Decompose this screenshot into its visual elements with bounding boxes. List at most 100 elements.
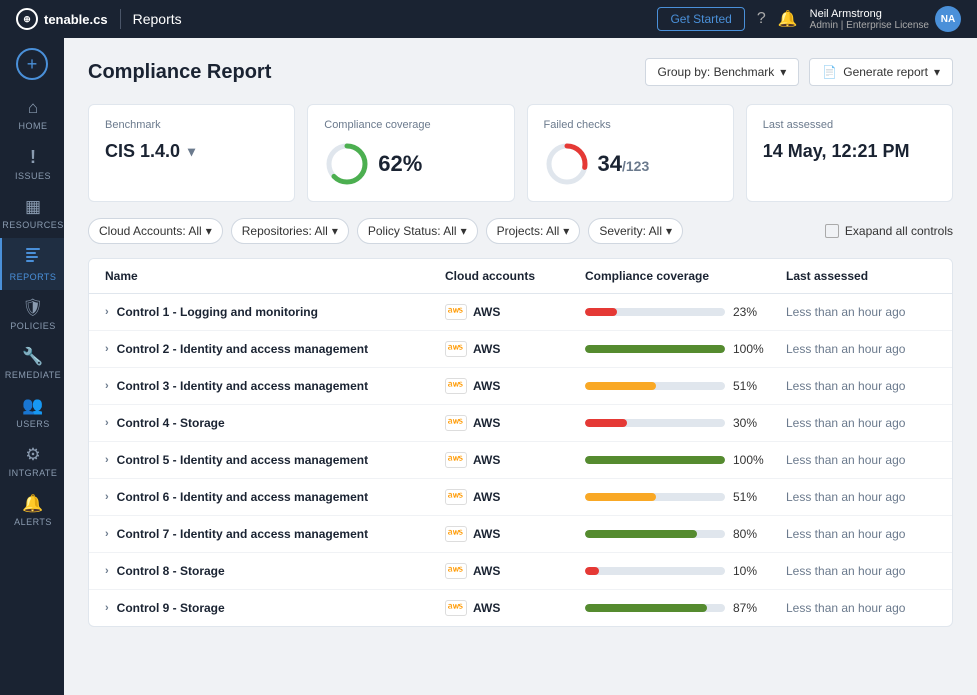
cloud-name-0: AWS <box>473 305 500 319</box>
cloud-name-7: AWS <box>473 564 500 578</box>
last-assessed-7: Less than an hour ago <box>786 564 936 578</box>
table-body: › Control 1 - Logging and monitoring AWS… <box>89 294 952 626</box>
sidebar-label-home: HOME <box>19 121 48 131</box>
logo-icon: ⊕ <box>16 8 38 30</box>
chevron-down-icon-repo: ▾ <box>332 224 338 238</box>
notifications-button[interactable]: 🔔 <box>778 9 798 29</box>
help-button[interactable]: ? <box>757 10 766 28</box>
compliance-donut <box>324 141 370 187</box>
col-cloud: Cloud accounts <box>445 269 585 283</box>
aws-icon-7 <box>445 563 467 579</box>
coverage-cell-3: 30% <box>585 416 786 430</box>
get-started-button[interactable]: Get Started <box>657 7 744 31</box>
col-name: Name <box>105 269 445 283</box>
coverage-pct-5: 51% <box>733 490 769 504</box>
col-last-assessed: Last assessed <box>786 269 936 283</box>
severity-filter[interactable]: Severity: All ▾ <box>588 218 683 244</box>
row-expand-icon-6[interactable]: › <box>105 528 109 540</box>
progress-bar-wrap-0 <box>585 308 725 316</box>
table-row[interactable]: › Control 6 - Identity and access manage… <box>89 479 952 516</box>
sidebar-item-resources[interactable]: ▦ RESOURCES <box>0 189 64 238</box>
aws-icon-8 <box>445 600 467 616</box>
projects-filter[interactable]: Projects: All ▾ <box>486 218 581 244</box>
sidebar-item-users[interactable]: 👥 USERS <box>0 388 64 437</box>
coverage-cell-0: 23% <box>585 305 786 319</box>
add-button[interactable]: + <box>16 48 48 80</box>
progress-bar-3 <box>585 419 627 427</box>
page-title: Compliance Report <box>88 61 271 84</box>
row-expand-icon-3[interactable]: › <box>105 417 109 429</box>
document-icon: 📄 <box>822 65 837 79</box>
table-row[interactable]: › Control 1 - Logging and monitoring AWS… <box>89 294 952 331</box>
cloud-accounts-filter[interactable]: Cloud Accounts: All ▾ <box>88 218 223 244</box>
table-row[interactable]: › Control 2 - Identity and access manage… <box>89 331 952 368</box>
progress-bar-wrap-2 <box>585 382 725 390</box>
table-row[interactable]: › Control 5 - Identity and access manage… <box>89 442 952 479</box>
issues-icon: ! <box>30 147 36 168</box>
topnav: ⊕ tenable.cs Reports Get Started ? 🔔 Nei… <box>0 0 977 38</box>
aws-icon-3 <box>445 415 467 431</box>
generate-report-button[interactable]: 📄 Generate report ▾ <box>809 58 953 86</box>
benchmark-value: CIS 1.4.0 <box>105 141 180 162</box>
sidebar-item-issues[interactable]: ! ISSUES <box>0 139 64 189</box>
col-coverage: Compliance coverage <box>585 269 786 283</box>
users-icon: 👥 <box>22 396 43 416</box>
sidebar-item-remediate[interactable]: 🔧 REMEDIATE <box>0 339 64 388</box>
last-assessed-card: Last assessed 14 May, 12:21 PM <box>746 104 953 202</box>
row-expand-icon-4[interactable]: › <box>105 454 109 466</box>
row-expand-icon-2[interactable]: › <box>105 380 109 392</box>
progress-bar-wrap-3 <box>585 419 725 427</box>
control-name-1: Control 2 - Identity and access manageme… <box>117 342 368 356</box>
table-row[interactable]: › Control 7 - Identity and access manage… <box>89 516 952 553</box>
progress-bar-8 <box>585 604 707 612</box>
group-by-button[interactable]: Group by: Benchmark ▾ <box>645 58 800 86</box>
resources-icon: ▦ <box>25 197 41 217</box>
progress-bar-wrap-7 <box>585 567 725 575</box>
progress-bar-wrap-1 <box>585 345 725 353</box>
row-expand-icon-5[interactable]: › <box>105 491 109 503</box>
sidebar-item-home[interactable]: ⌂ HOME <box>0 90 64 139</box>
table-row[interactable]: › Control 8 - Storage AWS 10% Less than … <box>89 553 952 590</box>
aws-icon-0 <box>445 304 467 320</box>
row-expand-icon-8[interactable]: › <box>105 602 109 614</box>
expand-all-label: Exapand all controls <box>845 224 953 238</box>
table-row[interactable]: › Control 4 - Storage AWS 30% Less than … <box>89 405 952 442</box>
last-assessed-1: Less than an hour ago <box>786 342 936 356</box>
last-assessed-label: Last assessed <box>763 119 936 131</box>
coverage-pct-3: 30% <box>733 416 769 430</box>
integrate-icon: ⚙ <box>25 445 40 465</box>
avatar[interactable]: NA <box>935 6 961 32</box>
sidebar-label-resources: RESOURCES <box>2 220 64 230</box>
table-row[interactable]: › Control 9 - Storage AWS 87% Less than … <box>89 590 952 626</box>
sidebar-item-integrate[interactable]: ⚙ INTGRATE <box>0 437 64 486</box>
progress-bar-wrap-4 <box>585 456 725 464</box>
row-name-1: › Control 2 - Identity and access manage… <box>105 342 445 356</box>
row-expand-icon-7[interactable]: › <box>105 565 109 577</box>
donut-svg <box>324 141 370 187</box>
failed-checks-card: Failed checks 34/123 <box>527 104 734 202</box>
table-row[interactable]: › Control 3 - Identity and access manage… <box>89 368 952 405</box>
sidebar-item-policies[interactable]: 🛡 POLICIES <box>0 290 64 339</box>
row-expand-icon-0[interactable]: › <box>105 306 109 318</box>
compliance-coverage-label: Compliance coverage <box>324 119 497 131</box>
expand-all-checkbox[interactable] <box>825 224 839 238</box>
sidebar-item-alerts[interactable]: 🔔 ALERTS <box>0 486 64 535</box>
benchmark-select[interactable]: CIS 1.4.0 ▾ <box>105 141 278 162</box>
progress-bar-6 <box>585 530 697 538</box>
cloud-name-4: AWS <box>473 453 500 467</box>
row-expand-icon-1[interactable]: › <box>105 343 109 355</box>
policy-status-label: Policy Status: All <box>368 224 457 238</box>
benchmark-chevron: ▾ <box>188 143 195 160</box>
filters-row: Cloud Accounts: All ▾ Repositories: All … <box>88 218 953 244</box>
sidebar-item-reports[interactable]: REPORTS <box>0 238 64 290</box>
progress-bar-1 <box>585 345 725 353</box>
cloud-name-3: AWS <box>473 416 500 430</box>
cloud-cell-1: AWS <box>445 341 585 357</box>
header-actions: Group by: Benchmark ▾ 📄 Generate report … <box>645 58 953 86</box>
control-name-5: Control 6 - Identity and access manageme… <box>117 490 368 504</box>
cloud-name-1: AWS <box>473 342 500 356</box>
expand-all-controls[interactable]: Exapand all controls <box>825 224 953 238</box>
repositories-filter[interactable]: Repositories: All ▾ <box>231 218 349 244</box>
policy-status-filter[interactable]: Policy Status: All ▾ <box>357 218 478 244</box>
coverage-pct-6: 80% <box>733 527 769 541</box>
